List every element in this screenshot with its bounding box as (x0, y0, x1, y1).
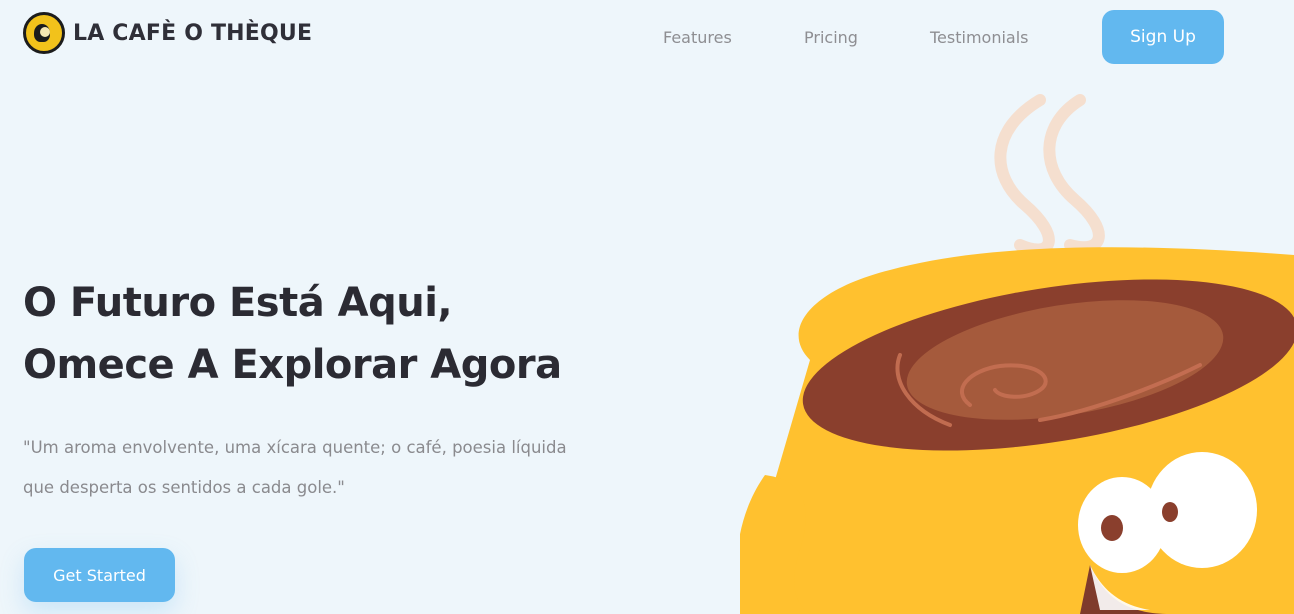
hero-description-line-2: que desperta os sentidos a cada gole." (23, 478, 345, 497)
hero-title: O Futuro Está Aqui, Omece A Explorar Ago… (23, 272, 723, 396)
site-header: LA CAFÈ O THÈQUE Features Pricing Testim… (0, 0, 1294, 76)
nav-testimonials-link[interactable]: Testimonials (930, 28, 1029, 47)
sign-up-button[interactable]: Sign Up (1102, 10, 1224, 64)
hero-description: "Um aroma envolvente, uma xícara quente;… (23, 428, 643, 508)
brand[interactable]: LA CAFÈ O THÈQUE (23, 12, 312, 54)
hero-description-line-1: "Um aroma envolvente, uma xícara quente;… (23, 438, 567, 457)
brand-name[interactable]: LA CAFÈ O THÈQUE (73, 21, 312, 46)
coffee-cup-illustration (740, 94, 1294, 614)
get-started-button[interactable]: Get Started (24, 548, 175, 602)
nav-pricing-link[interactable]: Pricing (804, 28, 858, 47)
nav-features-link[interactable]: Features (663, 28, 732, 47)
hero-title-line-2: Omece A Explorar Agora (23, 342, 562, 388)
logo-icon[interactable] (23, 12, 65, 54)
hero-title-line-1: O Futuro Está Aqui, (23, 280, 453, 326)
steam-icon (994, 94, 1105, 256)
